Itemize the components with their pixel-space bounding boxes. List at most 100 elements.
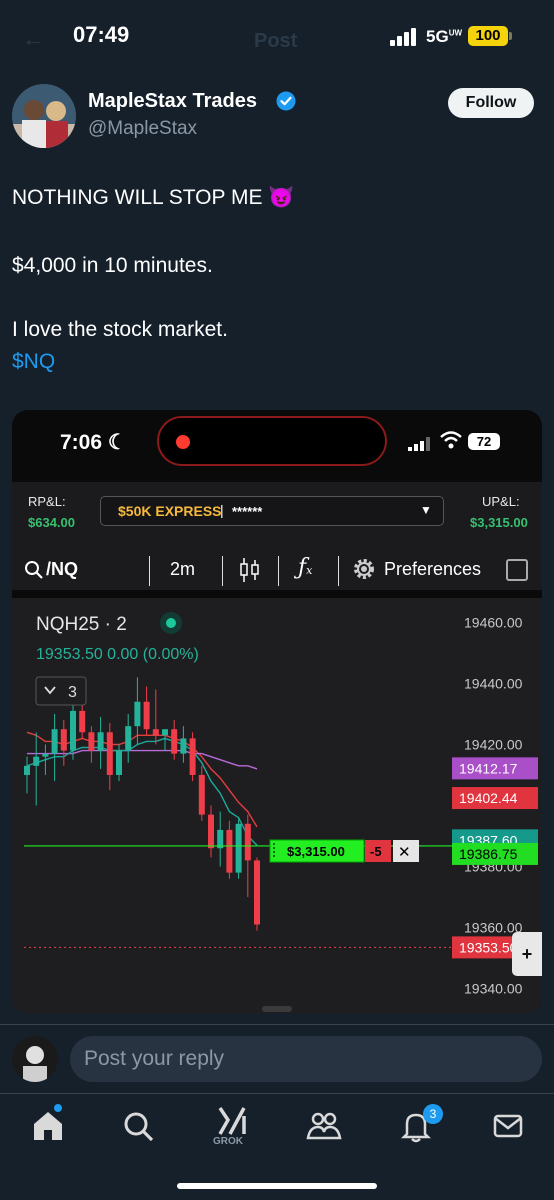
- candle-body: [79, 710, 86, 733]
- page-title: Post: [254, 30, 298, 52]
- y-axis-tick-label: 19420.00: [464, 736, 523, 752]
- status-time: 07:49: [73, 22, 130, 47]
- toolbar-divider: [278, 556, 279, 586]
- candle-body: [208, 814, 214, 849]
- divider: [0, 1093, 554, 1094]
- candle-body: [134, 701, 141, 727]
- candle-body: [235, 823, 242, 873]
- candlestick-icon[interactable]: [238, 557, 262, 583]
- wifi-icon: [440, 431, 462, 449]
- add-order-button[interactable]: +: [512, 932, 542, 976]
- price-axis-tag-label: 19386.75: [459, 846, 518, 862]
- candle-body: [60, 729, 67, 751]
- dynamic-island: [157, 416, 387, 466]
- indicator-collapse-button[interactable]: [35, 676, 87, 706]
- candle-body: [198, 774, 205, 815]
- media-status-time: 7:06 ☾: [60, 431, 127, 454]
- verified-badge-icon: [276, 91, 296, 111]
- price-axis-tag-label: 19402.44: [459, 790, 518, 806]
- tweet-text-line: I love the stock market.: [12, 318, 228, 341]
- realized-pnl-value: $634.00: [28, 515, 75, 530]
- candle-body: [88, 732, 95, 751]
- home-unread-dot: [54, 1104, 62, 1112]
- follow-button[interactable]: Follow: [448, 88, 534, 118]
- preferences-button[interactable]: Preferences: [384, 559, 481, 580]
- reply-input[interactable]: [70, 1036, 542, 1082]
- symbol-search[interactable]: /NQ: [46, 559, 78, 580]
- grok-icon[interactable]: [214, 1104, 250, 1140]
- candle-body: [244, 823, 251, 861]
- battery-tip: [509, 32, 512, 40]
- candle-body: [70, 710, 76, 751]
- live-indicator-dot: [166, 618, 176, 628]
- battery-indicator: 72: [468, 433, 500, 450]
- unrealized-pnl-label: UP&L:: [482, 494, 520, 509]
- recording-dot-icon: [176, 435, 190, 449]
- price-axis-tag-label: 19353.50: [459, 939, 518, 955]
- search-icon[interactable]: [120, 1108, 156, 1144]
- toolbar-divider: [222, 556, 223, 586]
- account-number-masked: ******: [232, 504, 263, 519]
- candle-body: [226, 829, 233, 873]
- home-icon[interactable]: [30, 1108, 66, 1144]
- candle-body: [51, 729, 58, 754]
- candle-body: [171, 729, 178, 754]
- cell-signal-icon: [408, 437, 430, 451]
- instrument-title: NQH25 · 2: [36, 614, 127, 635]
- candle-body: [42, 753, 49, 757]
- candle-body: [116, 750, 122, 775]
- account-name: $50K EXPRESS: [118, 503, 222, 519]
- candle-body: [125, 726, 132, 751]
- account-separator: |: [220, 502, 224, 518]
- battery-indicator: 100: [468, 26, 508, 46]
- moon-icon: ☾: [107, 431, 127, 454]
- price-chart[interactable]: 19460.0019440.0019420.0019380.0019360.00…: [12, 598, 542, 1013]
- messages-mail-icon[interactable]: [490, 1108, 526, 1144]
- grok-label: GROK: [213, 1136, 243, 1147]
- candle-body: [143, 701, 150, 730]
- author-handle[interactable]: @MapleStax: [88, 118, 197, 140]
- indicator-count: 3: [68, 684, 77, 701]
- tweet-text-line: $4,000 in 10 minutes.: [12, 254, 213, 277]
- author-avatar[interactable]: [12, 84, 76, 148]
- back-arrow-icon[interactable]: ←: [22, 26, 44, 52]
- communities-icon[interactable]: [306, 1108, 342, 1144]
- toolbar-divider: [338, 556, 339, 586]
- unrealized-pnl-value: $3,315.00: [470, 515, 528, 530]
- author-name[interactable]: MapleStax Trades: [88, 90, 257, 113]
- quote-line: 19353.50 0.00 (0.00%): [36, 646, 199, 663]
- interval-selector[interactable]: 2m: [170, 559, 195, 580]
- toolbar-divider: [149, 556, 150, 586]
- indicators-fx-icon[interactable]: ƒx: [298, 555, 312, 580]
- divider: [0, 1024, 554, 1025]
- tweet-media-image[interactable]: 7:06 ☾ 72 RP&L: $634.00 $50K EXPRESS | *…: [12, 410, 542, 1013]
- search-icon[interactable]: [24, 560, 44, 580]
- candle-body: [106, 732, 113, 775]
- candle-body: [97, 732, 104, 751]
- candle-body: [152, 729, 159, 736]
- position-qty: -5: [370, 844, 382, 859]
- y-axis-tick-label: 19340.00: [464, 981, 523, 997]
- candle-body: [189, 738, 196, 775]
- gear-icon[interactable]: [352, 557, 376, 581]
- chevron-down-icon: ▼: [420, 503, 432, 517]
- cashtag-link[interactable]: $NQ: [12, 350, 55, 374]
- notifications-badge: 3: [423, 1104, 443, 1124]
- candle-body: [162, 729, 168, 736]
- candle-body: [24, 765, 30, 775]
- candle-body: [33, 756, 40, 766]
- cell-signal-icon: [390, 28, 416, 46]
- realized-pnl-label: RP&L:: [28, 494, 66, 509]
- user-avatar[interactable]: [12, 1036, 58, 1082]
- chart-scroll-handle[interactable]: [262, 1006, 292, 1012]
- y-axis-tick-label: 19440.00: [464, 675, 523, 691]
- position-pnl: $3,315.00: [287, 844, 345, 859]
- tweet-text-line: NOTHING WILL STOP ME 😈: [12, 186, 295, 209]
- home-indicator: [177, 1183, 377, 1189]
- toolbar-checkbox[interactable]: [506, 559, 528, 581]
- candle-body: [254, 860, 260, 925]
- candle-body: [180, 738, 187, 754]
- network-type: 5GUW: [426, 27, 463, 46]
- price-axis-tag-label: 19412.17: [459, 760, 518, 776]
- close-icon: ✕: [398, 843, 411, 861]
